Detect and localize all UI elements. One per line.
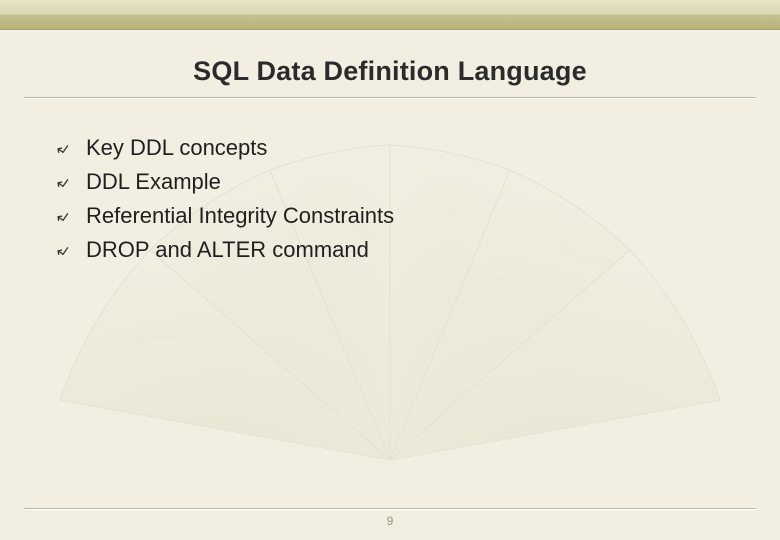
list-item: ↲ DDL Example	[52, 165, 756, 199]
list-item: ↲ DROP and ALTER command	[52, 233, 756, 267]
decorative-top-band	[0, 0, 780, 30]
arrow-bullet-icon: ↲	[47, 135, 76, 166]
list-item-label: Referential Integrity Constraints	[86, 199, 394, 233]
list-item-label: DDL Example	[86, 165, 221, 199]
list-item: ↲ Key DDL concepts	[52, 131, 756, 165]
slide-title: SQL Data Definition Language	[24, 56, 756, 87]
list-item-label: DROP and ALTER command	[86, 233, 369, 267]
arrow-bullet-icon: ↲	[47, 203, 76, 234]
title-divider	[24, 97, 756, 99]
title-section: SQL Data Definition Language	[24, 30, 756, 105]
bullet-list: ↲ Key DDL concepts ↲ DDL Example ↲ Refer…	[24, 131, 756, 267]
page-number: 9	[24, 514, 756, 528]
footer-divider	[24, 508, 756, 510]
arrow-bullet-icon: ↲	[47, 169, 76, 200]
slide-footer: 9	[24, 508, 756, 528]
arrow-bullet-icon: ↲	[47, 237, 76, 268]
slide-body: SQL Data Definition Language ↲ Key DDL c…	[0, 30, 780, 540]
list-item-label: Key DDL concepts	[86, 131, 267, 165]
list-item: ↲ Referential Integrity Constraints	[52, 199, 756, 233]
